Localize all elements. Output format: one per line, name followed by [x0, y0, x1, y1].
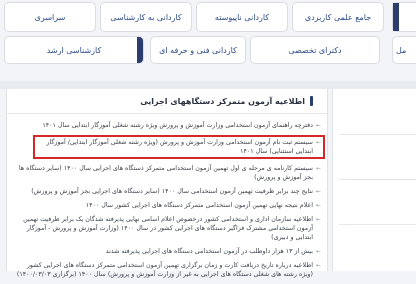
card-jame-elmi-karbordi[interactable]: جامع علمی کاربردی — [292, 2, 384, 32]
announcements-panel: اطلاعیه آزمون متمرکز دستگاههای اجرایی ← د… — [6, 89, 328, 278]
card-kardani-fanni[interactable]: کاردانی فنی و حرفه ای — [150, 36, 246, 64]
announcement-link[interactable]: ← اعلام نتیجه نهایی تهمین آزمون استخدامی … — [13, 201, 321, 210]
card-label: سراسری — [34, 12, 66, 22]
card-label: کارشناسی ارشد — [46, 45, 102, 55]
announcement-text: سیستم ثبت نام آزمون استخدامی وزارت آموزش… — [46, 139, 313, 155]
card-label: کاردانی فنی و حرفه ای — [159, 45, 237, 55]
announcement-text: بیش از ۱۳ هزار داوطلب در آزمون استخدامی … — [105, 248, 313, 255]
announcement-link[interactable]: ← دفترچه راهنمای آزمون استخدامی وزارت آمو… — [13, 121, 321, 130]
card-edge-top[interactable] — [392, 2, 416, 32]
announcement-link[interactable]: ← اطلاعیه درباره تاریخ دریافت کارت و زمان… — [13, 261, 321, 279]
announcement-link[interactable]: ← اطلاعیه سازمان اداری و استخدامی کشور در… — [13, 215, 321, 242]
card-kardani-be-karshenasi[interactable]: کاردانی به کارشناسی — [100, 2, 192, 32]
section-divider — [0, 81, 416, 89]
card-accent-bar — [393, 3, 399, 31]
arrow-left-icon: ← — [315, 202, 321, 209]
announcement-link[interactable]: ← بیش از ۱۳ هزار داوطلب در آزمون استخدامی… — [13, 247, 321, 256]
card-edge-bottom[interactable]: مل — [392, 36, 416, 64]
announcement-link-highlighted[interactable]: ← سیستم ثبت نام آزمون استخدامی وزارت آموز… — [33, 135, 325, 159]
card-label: کاردانی ناپیوسته — [214, 12, 270, 22]
card-label: کاردانی به کارشناسی — [110, 12, 182, 22]
arrow-left-icon: ← — [315, 248, 321, 255]
card-kardani-napeyvaste[interactable]: کاردانی ناپیوسته — [196, 2, 288, 32]
card-accent-bar — [137, 37, 143, 63]
arrow-left-icon: ← — [315, 188, 321, 195]
panel-header: اطلاعیه آزمون متمرکز دستگاههای اجرایی — [140, 96, 313, 106]
header-accent-bar — [310, 96, 313, 106]
announcement-text: نتایج چند برابر ظرفیت تهمین آزمون استخدا… — [31, 188, 313, 195]
arrow-left-icon: ← — [315, 165, 321, 172]
announcement-text: دفترچه راهنمای آزمون استخدامی وزارت آموز… — [42, 122, 313, 129]
card-karshenasi-arshad[interactable]: کارشناسی ارشد — [4, 36, 144, 64]
card-sarasari[interactable]: سراسری — [4, 2, 96, 32]
announcement-link[interactable]: ← سیستم کارنامه ی مرحله ی اول تهمین آزمون… — [13, 164, 321, 182]
announcement-list: ← دفترچه راهنمای آزمون استخدامی وزارت آمو… — [13, 121, 325, 284]
announcement-text: اطلاعیه سازمان اداری و استخدامی کشور درخ… — [23, 216, 313, 241]
arrow-left-icon: ← — [315, 122, 321, 129]
panel-title: اطلاعیه آزمون متمرکز دستگاههای اجرایی — [140, 96, 305, 106]
side-column — [332, 89, 416, 271]
announcement-text: اطلاعیه درباره تاریخ دریافت کارت و زمان … — [16, 262, 313, 278]
header-divider — [7, 113, 327, 114]
card-label: مل — [396, 45, 407, 55]
arrow-left-icon: ← — [315, 262, 321, 269]
announcement-text: سیستم کارنامه ی مرحله ی اول تهمین آزمون … — [18, 165, 313, 181]
card-doctorate[interactable]: دکترای تخصصی — [250, 36, 380, 64]
announcement-text: اعلام نتیجه نهایی تهمین آزمون استخدامی م… — [85, 202, 313, 209]
side-divider — [339, 134, 416, 135]
card-label: جامع علمی کاربردی — [304, 12, 372, 22]
arrow-left-icon: ← — [315, 139, 321, 146]
card-label: دکترای تخصصی — [288, 45, 342, 55]
side-divider — [339, 179, 416, 180]
arrow-left-icon: ← — [315, 216, 321, 223]
announcement-link[interactable]: ← نتایج چند برابر ظرفیت تهمین آزمون استخد… — [13, 187, 321, 196]
side-divider — [339, 224, 416, 225]
